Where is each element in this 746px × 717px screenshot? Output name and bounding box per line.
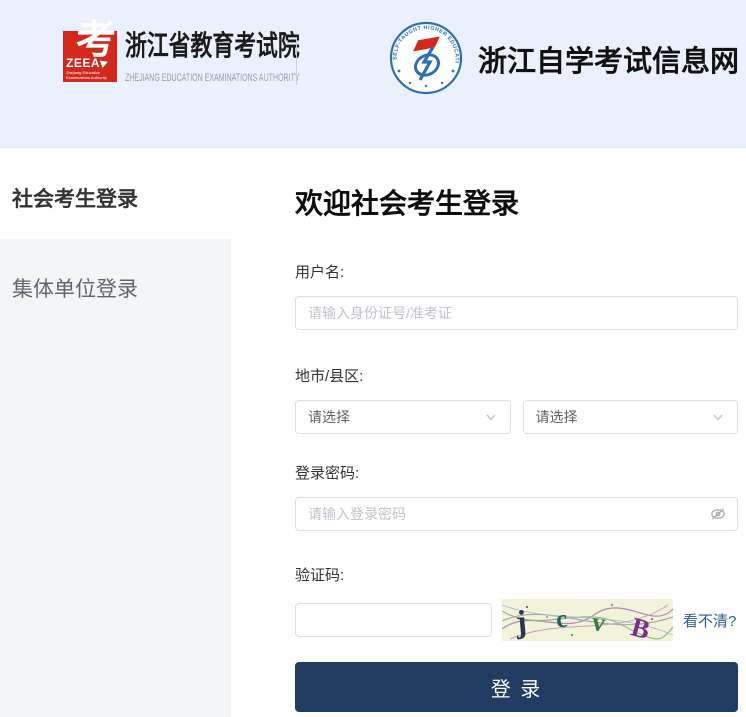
- site-title: 浙江自学考试信息网: [478, 46, 740, 78]
- chevron-down-icon: [713, 414, 723, 421]
- tab-collective-unit-login[interactable]: 集体单位登录: [0, 239, 231, 303]
- username-field-group: 用户名:: [295, 265, 738, 330]
- city-select[interactable]: 请选择: [295, 400, 511, 434]
- org-brand: 浙江省教育考试院 ZHEJIANG EDUCATION EXAMINATIONS…: [125, 24, 398, 84]
- form-title: 欢迎社会考生登录: [295, 188, 520, 219]
- captcha-field-group: 验证码: j c v B 看不清?: [295, 568, 738, 641]
- captcha-label: 验证码:: [295, 567, 345, 584]
- captcha-refresh-link[interactable]: 看不清?: [683, 610, 736, 631]
- password-field-group: 登录密码:: [295, 466, 738, 531]
- login-type-sidebar: 社会考生登录 集体单位登录: [0, 148, 231, 717]
- district-select[interactable]: 请选择: [522, 400, 738, 434]
- username-input[interactable]: [295, 296, 738, 330]
- captcha-input[interactable]: [295, 603, 492, 637]
- region-field-group: 地市/县区: 请选择 请选择: [295, 369, 738, 434]
- zeea-logo-subtext: Zhejiang Education Examinations Authorit…: [66, 70, 107, 80]
- region-label: 地市/县区:: [295, 368, 364, 385]
- self-study-exam-seal-icon: SELF-TAUGHT HIGHER EDUCATION EXAMINATION…: [388, 20, 463, 95]
- org-title: 浙江省教育考试院: [125, 31, 300, 62]
- org-subtitle: ZHEJIANG EDUCATION EXAMINATIONS AUTHORIT…: [125, 72, 300, 84]
- zeea-arrow-icon: [99, 58, 110, 68]
- header-divider: [296, 37, 297, 85]
- password-label: 登录密码:: [295, 465, 360, 482]
- zeea-acronym: ZEEA: [66, 56, 101, 70]
- captcha-image: j c v B: [502, 599, 673, 641]
- login-button[interactable]: 登 录: [295, 662, 738, 712]
- kao-character: 考: [76, 17, 116, 62]
- page-content: 社会考生登录 集体单位登录 欢迎社会考生登录 用户名: 地市/县区: 请选择 请…: [0, 148, 746, 717]
- zeea-logo: 考 ZEEA Zhejiang Education Examinations A…: [63, 20, 117, 82]
- eye-off-icon[interactable]: [709, 505, 727, 523]
- password-input[interactable]: [295, 497, 738, 531]
- username-label: 用户名:: [295, 264, 345, 281]
- city-select-value: 请选择: [308, 409, 350, 425]
- district-select-value: 请选择: [535, 409, 578, 425]
- tab-social-candidate-login[interactable]: 社会考生登录: [0, 148, 231, 213]
- login-form: 欢迎社会考生登录 用户名: 地市/县区: 请选择 请选择: [231, 148, 738, 717]
- chevron-down-icon: [485, 414, 496, 421]
- site-header: 考 ZEEA Zhejiang Education Examinations A…: [0, 0, 746, 148]
